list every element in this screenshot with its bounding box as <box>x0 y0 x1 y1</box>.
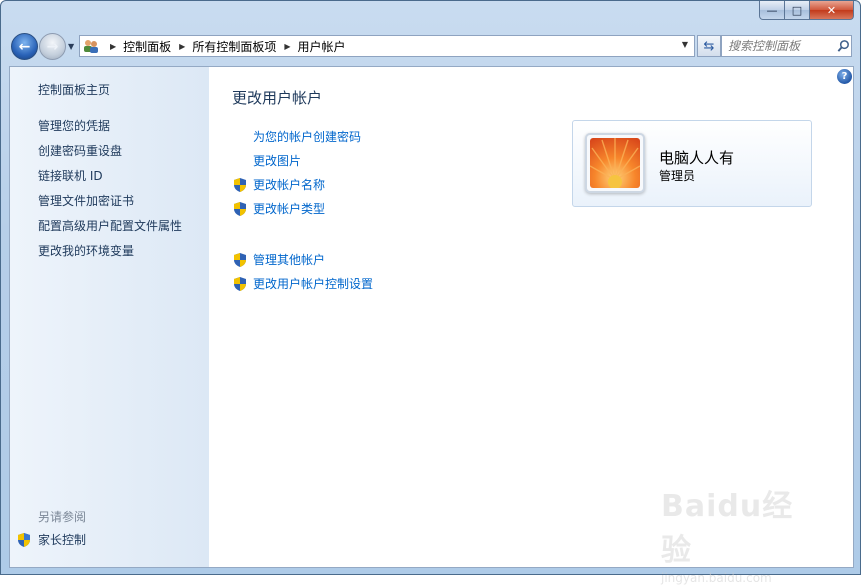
maximize-button[interactable]: □ <box>785 1 810 20</box>
sidebar-item-parental-controls[interactable]: 家长控制 <box>16 531 86 548</box>
search-input[interactable] <box>728 37 834 55</box>
breadcrumb-control-panel[interactable]: 控制面板 <box>123 38 171 55</box>
help-button[interactable]: ? <box>837 69 852 84</box>
breadcrumb-all-items[interactable]: 所有控制面板项 <box>192 38 276 55</box>
page-title: 更改用户帐户 <box>232 89 323 107</box>
recent-pages-dropdown-icon[interactable]: ▼ <box>68 42 74 51</box>
user-role: 管理员 <box>659 169 696 183</box>
task-manage-other-accounts[interactable]: 管理其他帐户 <box>232 251 325 268</box>
back-button[interactable]: ← <box>11 33 38 60</box>
breadcrumb-separator-icon[interactable]: ▶ <box>284 42 290 51</box>
task-create-password[interactable]: 为您的帐户创建密码 <box>232 128 361 145</box>
search-icon[interactable] <box>836 38 851 54</box>
watermark: Baidu经验 jingyan.baidu.com <box>661 481 811 585</box>
task-change-picture[interactable]: 更改图片 <box>232 152 301 169</box>
search-box <box>721 35 852 57</box>
uac-shield-icon <box>234 201 246 216</box>
refresh-icon: ⇆ <box>703 38 715 54</box>
sidebar-item-password-reset-disk[interactable]: 创建密码重设盘 <box>38 142 122 159</box>
sidebar-item-environment-variables[interactable]: 更改我的环境变量 <box>38 242 134 259</box>
control-panel-window: — □ ✕ ← → ▼ ▶ 控制面板 ▶ 所有控制面板项 ▶ 用户帐户 ▼ ⇆ … <box>0 0 861 585</box>
avatar[interactable] <box>585 133 645 193</box>
breadcrumb-separator-icon[interactable]: ▶ <box>179 42 185 51</box>
task-change-picture-link[interactable]: 更改图片 <box>253 152 301 169</box>
uac-shield-icon <box>234 252 246 267</box>
breadcrumb-user-accounts[interactable]: 用户帐户 <box>298 38 346 55</box>
sidebar: 控制面板主页 管理您的凭据 创建密码重设盘 链接联机 ID 管理文件加密证书 配… <box>10 67 209 567</box>
task-uac-settings[interactable]: 更改用户帐户控制设置 <box>232 275 373 292</box>
task-change-account-type[interactable]: 更改帐户类型 <box>232 200 325 217</box>
refresh-button[interactable]: ⇆ <box>697 35 721 57</box>
sidebar-item-file-encryption-certificates[interactable]: 管理文件加密证书 <box>38 192 134 209</box>
sidebar-item-manage-credentials[interactable]: 管理您的凭据 <box>38 117 110 134</box>
watermark-logo: Baidu经验 <box>661 489 794 568</box>
watermark-url: jingyan.baidu.com <box>661 571 772 585</box>
sidebar-item-control-panel-home[interactable]: 控制面板主页 <box>38 81 110 98</box>
see-also-heading: 另请参阅 <box>38 510 87 524</box>
uac-shield-icon <box>234 177 246 192</box>
breadcrumb-separator-icon[interactable]: ▶ <box>110 42 116 51</box>
flower-avatar-icon <box>590 138 640 188</box>
task-uac-settings-link[interactable]: 更改用户帐户控制设置 <box>253 275 373 292</box>
task-change-account-name-link[interactable]: 更改帐户名称 <box>253 176 325 193</box>
sidebar-item-link-online-id[interactable]: 链接联机 ID <box>38 167 103 184</box>
parental-controls-label: 家长控制 <box>38 533 87 547</box>
control-panel-users-icon <box>80 36 102 56</box>
forward-button[interactable]: → <box>39 33 66 60</box>
close-button[interactable]: ✕ <box>810 1 854 20</box>
user-account-card: 电脑人人有 管理员 <box>572 120 812 207</box>
address-dropdown-icon[interactable]: ▼ <box>682 40 688 49</box>
task-change-account-name[interactable]: 更改帐户名称 <box>232 176 325 193</box>
sidebar-item-advanced-profile-properties[interactable]: 配置高级用户配置文件属性 <box>38 217 182 234</box>
task-create-password-link[interactable]: 为您的帐户创建密码 <box>253 128 361 145</box>
minimize-button[interactable]: — <box>759 1 785 20</box>
task-manage-other-accounts-link[interactable]: 管理其他帐户 <box>253 251 325 268</box>
task-change-account-type-link[interactable]: 更改帐户类型 <box>253 200 325 217</box>
uac-shield-icon <box>234 276 246 291</box>
caption-buttons: — □ ✕ <box>759 1 854 21</box>
user-name: 电脑人人有 <box>659 149 735 167</box>
address-bar[interactable]: ▶ 控制面板 ▶ 所有控制面板项 ▶ 用户帐户 ▼ <box>79 35 695 57</box>
navigation-bar: ← → ▼ ▶ 控制面板 ▶ 所有控制面板项 ▶ 用户帐户 ▼ ⇆ <box>9 31 854 61</box>
uac-shield-icon <box>18 532 30 547</box>
